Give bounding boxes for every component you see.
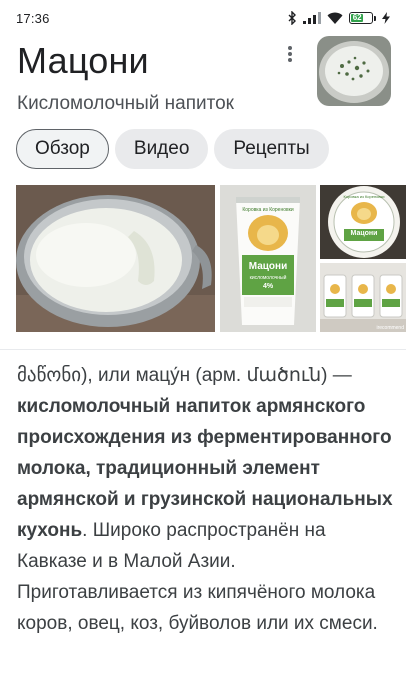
status-bar: 17:36 62 [0,0,406,36]
main-image[interactable] [16,185,215,332]
jars-lineup-image[interactable]: irecommend [320,263,406,332]
header-thumbnail[interactable] [317,36,391,106]
article-dash: — [332,365,352,386]
jar-image[interactable]: Коровка из Кореновки Мацони [320,185,406,259]
bottle-brand: Коровка из Кореновки [242,207,294,213]
status-icons: 62 [287,11,390,25]
status-time: 17:36 [16,10,50,26]
bottle-percent: 4% [262,283,274,290]
signal-icon [303,12,321,24]
wifi-icon [327,12,343,24]
article-intro: მაწონი), или мацу́н (арм. մածուն) [17,365,328,386]
more-vert-icon [288,46,292,62]
battery-level: 62 [351,13,364,22]
jar-label: Мацони [350,230,378,237]
more-options-button[interactable] [276,40,304,68]
tab-overview[interactable]: Обзор [16,129,109,169]
tab-video[interactable]: Видео [114,129,209,169]
bottle-image[interactable]: Коровка из Кореновки Мацони кисломолочны… [220,185,316,332]
article-text: მაწონი), или мацу́н (арм. մածուն) — кисл… [17,360,393,639]
tab-bar: Обзор Видео Рецепты [16,129,329,169]
charging-icon [382,12,390,24]
page-subtitle: Кисломолочный напиток [17,93,234,114]
image-gallery: Коровка из Кореновки Мацони кисломолочны… [16,185,406,335]
divider [0,349,406,350]
bottle-sublabel: кисломолочный [249,275,287,281]
jar-brand: Коровка из Кореновки [343,194,385,199]
tab-recipes[interactable]: Рецепты [214,129,329,169]
watermark: irecommend [376,325,404,331]
bottle-label: Мацони [248,261,288,272]
bluetooth-icon [288,11,296,25]
battery-icon: 62 [349,12,376,24]
page-title: Мацони [17,40,149,81]
